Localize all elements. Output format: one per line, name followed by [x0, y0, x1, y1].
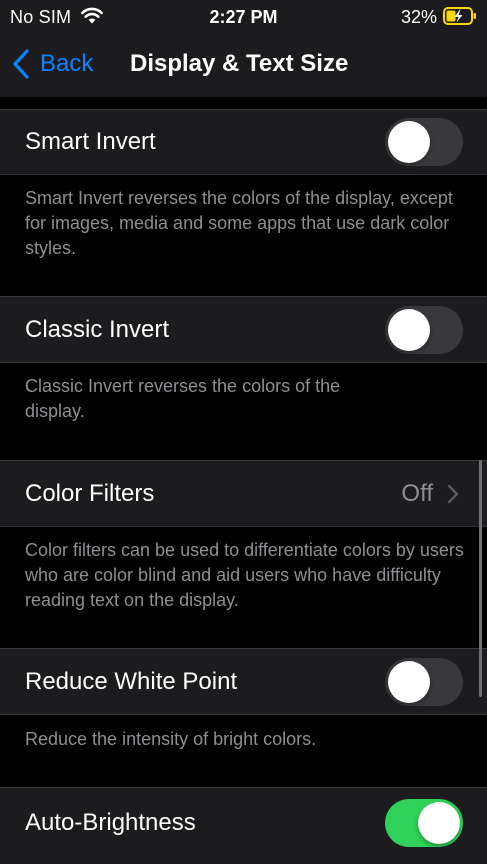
toggle-knob: [388, 308, 430, 351]
color-filters-value: Off: [401, 479, 433, 507]
auto-brightness-row: Auto-Brightness: [0, 787, 487, 864]
auto-brightness-label: Auto-Brightness: [25, 809, 196, 836]
back-button-label: Back: [40, 50, 94, 77]
settings-list[interactable]: Smart Invert Smart Invert reverses the c…: [0, 97, 487, 864]
smart-invert-description: Smart Invert reverses the colors of the …: [25, 188, 453, 258]
chevron-right-icon: [447, 484, 459, 503]
classic-invert-description: Classic Invert reverses the colors of th…: [25, 376, 341, 421]
auto-brightness-toggle[interactable]: [385, 799, 463, 847]
classic-invert-label: Classic Invert: [25, 315, 170, 343]
reduce-white-point-row: Reduce White Point: [0, 648, 487, 715]
reduce-white-point-description: Reduce the intensity of bright colors.: [25, 729, 317, 749]
chevron-left-icon: [13, 49, 29, 79]
smart-invert-toggle[interactable]: [385, 118, 463, 166]
battery-charging-icon: [443, 7, 476, 25]
reduce-white-point-toggle[interactable]: [385, 657, 463, 706]
classic-invert-toggle[interactable]: [385, 305, 463, 354]
reduce-white-point-label: Reduce White Point: [25, 667, 238, 695]
toggle-knob: [388, 660, 430, 703]
toggle-knob: [388, 121, 430, 163]
smart-invert-row: Smart Invert: [0, 109, 487, 175]
color-filters-description: Color filters can be used to differentia…: [25, 540, 464, 610]
color-filters-label: Color Filters: [25, 479, 155, 507]
navigation-bar: Back Display & Text Size: [0, 34, 487, 97]
smart-invert-label: Smart Invert: [25, 128, 156, 155]
toggle-knob: [418, 802, 460, 844]
scroll-indicator[interactable]: [479, 460, 482, 697]
color-filters-row[interactable]: Color Filters Off: [0, 460, 487, 527]
page-title: Display & Text Size: [130, 50, 349, 77]
battery-percentage: 32%: [400, 7, 437, 27]
status-bar: No SIM 2:27 PM 32%: [0, 0, 487, 34]
back-button[interactable]: Back: [12, 48, 93, 80]
classic-invert-row: Classic Invert: [0, 296, 487, 363]
